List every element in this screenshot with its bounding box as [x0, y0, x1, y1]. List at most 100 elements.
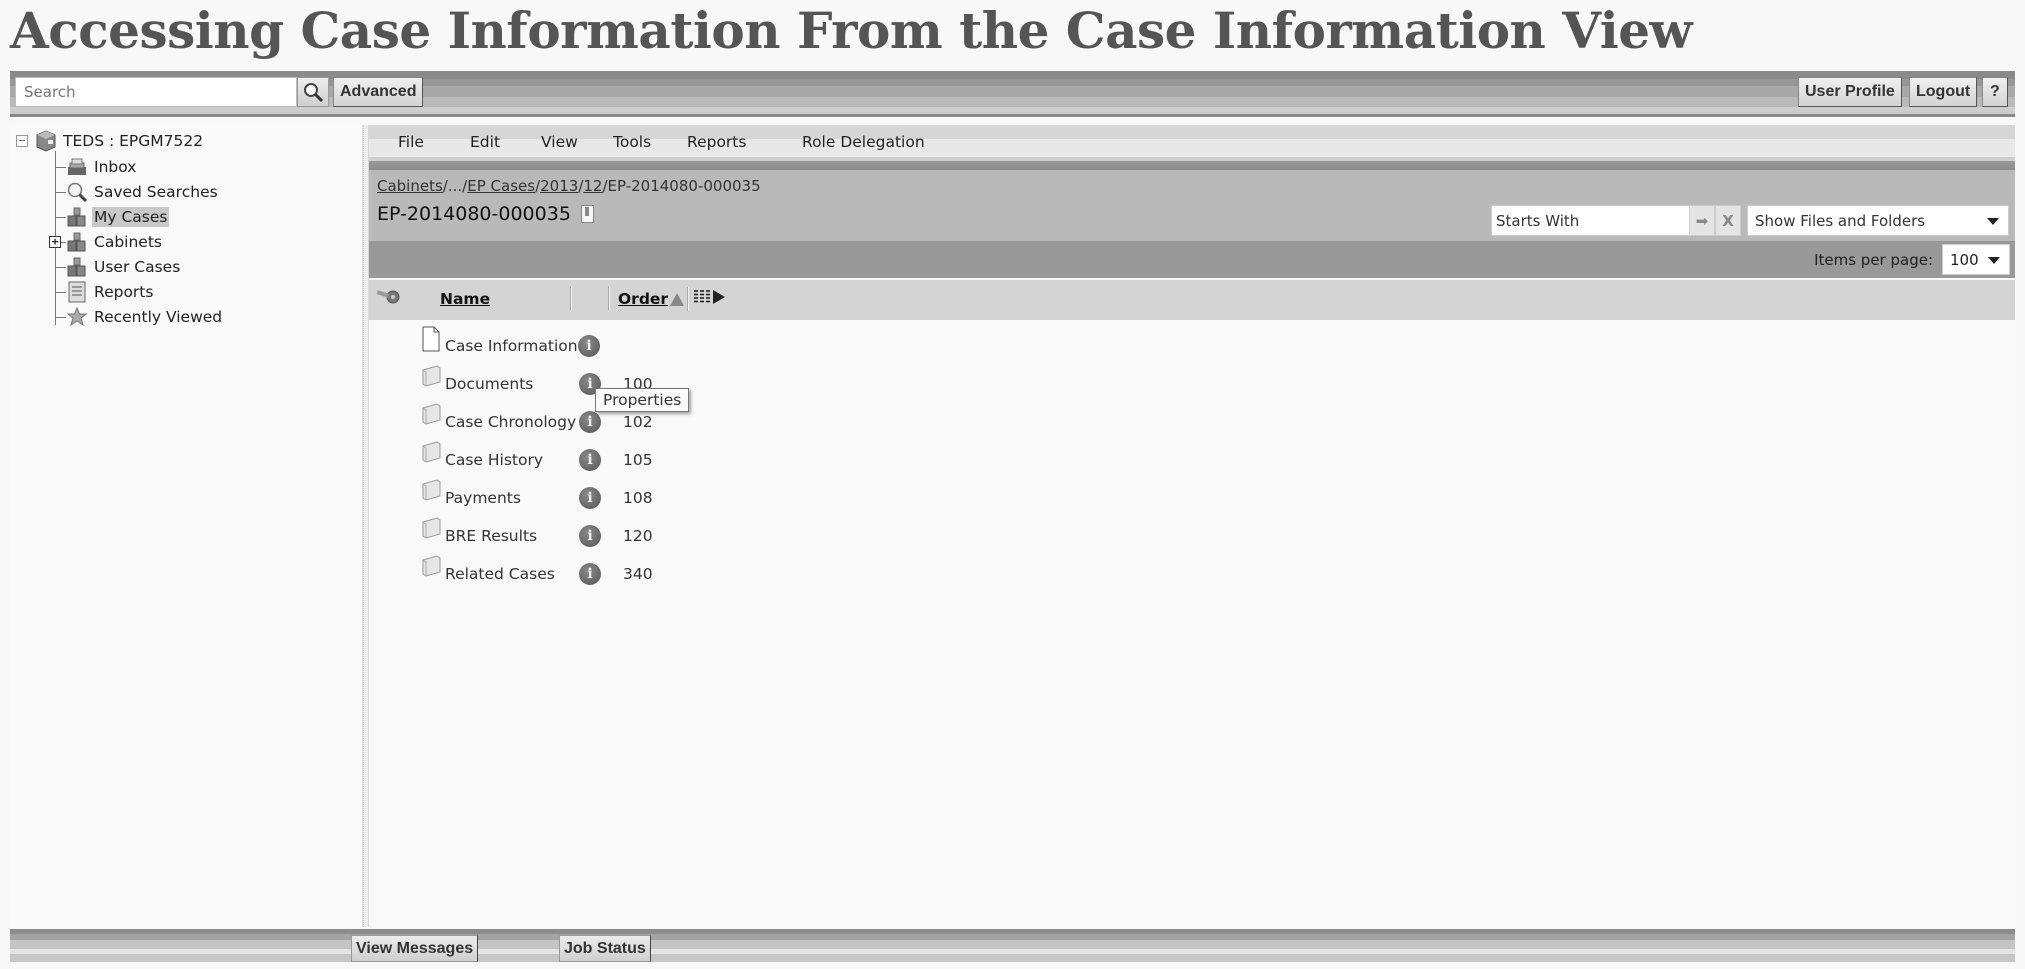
list-item[interactable]: Case Chronology i 102 [369, 401, 1069, 437]
item-name[interactable]: BRE Results [445, 527, 537, 545]
bookmark-icon[interactable] [580, 205, 594, 223]
folder-header: Cabinets/.../EP Cases/2013/12/EP-2014080… [369, 170, 2015, 241]
chevron-down-icon [1988, 257, 2000, 264]
arrow-right-icon: ➡ [1695, 211, 1709, 230]
menu-role-delegation[interactable]: Role Delegation [802, 133, 925, 151]
pager-bar: Items per page: 100 [369, 241, 2015, 278]
folder-icon [422, 441, 441, 463]
menu-tools[interactable]: Tools [613, 133, 651, 151]
help-button[interactable]: ? [1982, 77, 2008, 107]
info-icon[interactable]: i [579, 487, 601, 509]
item-order: 102 [623, 413, 653, 431]
job-status-button[interactable]: Job Status [559, 935, 651, 962]
show-files-selected: Show Files and Folders [1755, 212, 1926, 230]
search-icon [304, 83, 324, 103]
cases-icon [66, 206, 88, 228]
column-chooser-button[interactable] [693, 289, 725, 305]
tree-item-inbox[interactable]: Inbox [56, 155, 138, 179]
tree-item-reports[interactable]: Reports [56, 280, 155, 304]
column-resize-handle[interactable] [570, 287, 572, 311]
tree-item-label: Cabinets [94, 233, 162, 251]
cabinets-icon [66, 231, 88, 253]
breadcrumb-link-ep-cases[interactable]: EP Cases [467, 177, 535, 195]
chevron-down-icon [1987, 218, 1999, 225]
item-order: 108 [623, 489, 653, 507]
list-item[interactable]: Case Information i [369, 325, 1069, 361]
info-icon[interactable]: i [579, 449, 601, 471]
item-name[interactable]: Related Cases [445, 565, 555, 583]
tree-item-user-cases[interactable]: User Cases [56, 255, 182, 279]
breadcrumb-current: EP-2014080-000035 [607, 177, 761, 195]
filter-clear-button[interactable]: X [1715, 205, 1741, 236]
breadcrumb-link-12[interactable]: 12 [583, 177, 602, 195]
item-name[interactable]: Case Information [445, 337, 578, 355]
list-item[interactable]: Related Cases i 340 [369, 553, 1069, 589]
folder-icon [422, 517, 441, 539]
advanced-search-button[interactable]: Advanced [333, 77, 424, 107]
breadcrumb-link-cabinets[interactable]: Cabinets [377, 177, 443, 195]
show-files-select[interactable]: Show Files and Folders [1747, 205, 2009, 236]
menu-file[interactable]: File [398, 133, 424, 151]
search-input[interactable] [15, 77, 297, 107]
list-item[interactable]: Payments i 108 [369, 477, 1069, 513]
menubar-divider [369, 161, 2015, 170]
filter-go-button[interactable]: ➡ [1689, 205, 1715, 236]
user-profile-button[interactable]: User Profile [1798, 77, 1902, 107]
column-header-row: Name Order [369, 280, 2015, 320]
cases-icon [66, 256, 88, 278]
menu-bar: File Edit View Tools Reports Role Delega… [369, 125, 2015, 161]
column-resize-handle[interactable] [687, 287, 689, 311]
item-name[interactable]: Documents [445, 375, 533, 393]
item-name[interactable]: Payments [445, 489, 521, 507]
folder-icon [422, 479, 441, 501]
view-messages-button[interactable]: View Messages [351, 935, 479, 962]
report-icon [66, 281, 88, 303]
menu-edit[interactable]: Edit [470, 133, 500, 151]
columns-icon [694, 290, 710, 303]
tree-item-label: Recently Viewed [94, 308, 223, 326]
column-header-name[interactable]: Name [440, 290, 490, 308]
collapse-toggle[interactable]: − [16, 135, 28, 147]
tree-item-saved-searches[interactable]: Saved Searches [56, 180, 220, 204]
case-title-row: EP-2014080-000035 [377, 203, 594, 225]
column-header-order[interactable]: Order [618, 290, 668, 308]
tree-item-cabinets[interactable]: + Cabinets [49, 230, 164, 254]
breadcrumb-link-ellipsis[interactable]: ... [448, 177, 462, 195]
tree-item-label: Inbox [94, 158, 137, 176]
main-content-pane: File Edit View Tools Reports Role Delega… [369, 125, 2015, 927]
item-order: 340 [623, 565, 653, 583]
status-bar: View Messages Job Status [10, 929, 2015, 962]
item-order: 105 [623, 451, 653, 469]
slide-title: Accessing Case Information From the Case… [10, 1, 1693, 60]
info-icon[interactable]: i [579, 411, 601, 433]
column-resize-handle[interactable] [608, 287, 610, 311]
inbox-icon [66, 156, 88, 178]
tree-item-my-cases[interactable]: My Cases [56, 205, 170, 229]
tree-root[interactable]: − TEDS : EPGM7522 [16, 129, 203, 153]
tree-root-label: TEDS : EPGM7522 [63, 132, 204, 150]
tree-item-label: User Cases [94, 258, 181, 276]
info-icon[interactable]: i [578, 335, 600, 357]
folder-icon [422, 555, 441, 577]
filter-input[interactable] [1491, 205, 1691, 236]
logout-button[interactable]: Logout [1909, 77, 1978, 107]
search-button[interactable] [297, 77, 329, 107]
items-per-page-select[interactable]: 100 [1942, 244, 2010, 275]
info-icon[interactable]: i [579, 525, 601, 547]
item-name[interactable]: Case Chronology [445, 413, 576, 431]
breadcrumb-link-2013[interactable]: 2013 [540, 177, 578, 195]
item-name[interactable]: Case History [445, 451, 543, 469]
info-icon[interactable]: i [579, 563, 601, 585]
top-toolbar: Advanced User Profile Logout ? [10, 71, 2015, 117]
list-item[interactable]: Case History i 105 [369, 439, 1069, 475]
navigation-tree-pane: − TEDS : EPGM7522 Inbox Saved Searches M… [10, 125, 363, 927]
menu-view[interactable]: View [541, 133, 578, 151]
menu-reports[interactable]: Reports [687, 133, 746, 151]
expand-toggle[interactable]: + [49, 236, 61, 248]
tree-item-recently-viewed[interactable]: Recently Viewed [56, 305, 224, 329]
list-item[interactable]: Documents i 100 [369, 363, 1069, 399]
tree-item-label: Saved Searches [94, 183, 218, 201]
star-icon [66, 306, 88, 328]
repository-icon [36, 130, 56, 152]
list-item[interactable]: BRE Results i 120 [369, 515, 1069, 551]
